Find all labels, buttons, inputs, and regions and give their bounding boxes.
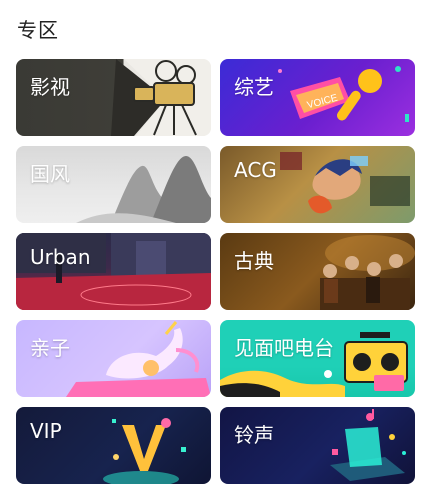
category-tile-variety[interactable]: VOICE 综艺 (220, 59, 415, 136)
category-tile-urban[interactable]: Urban (16, 233, 211, 310)
category-tile-guofeng[interactable]: 国风 (16, 146, 211, 223)
category-tile-classical[interactable]: 古典 (220, 233, 415, 310)
category-tile-family[interactable]: 亲子 (16, 320, 211, 397)
tile-label: 见面吧电台 (234, 336, 334, 360)
category-tile-ringtone[interactable]: 铃声 (220, 407, 415, 484)
category-tile-meet-radio[interactable]: 见面吧电台 (220, 320, 415, 397)
category-tile-acg[interactable]: ACG (220, 146, 415, 223)
tile-label: 综艺 (234, 75, 274, 99)
tile-label: 影视 (30, 75, 70, 99)
category-tile-film[interactable]: 影视 (16, 59, 211, 136)
category-grid: 影视 VOICE 综艺 国风 ACG Urban 古典 亲子 见面吧电台 VIP… (0, 0, 430, 499)
tile-label: 亲子 (30, 336, 70, 360)
tile-label: 国风 (30, 162, 70, 186)
tile-label: 古典 (234, 249, 274, 273)
tile-label: ACG (234, 158, 277, 182)
tile-label: 铃声 (234, 423, 274, 447)
tile-label: Urban (30, 245, 91, 269)
tile-label: VIP (30, 419, 62, 443)
category-tile-vip[interactable]: VIP (16, 407, 211, 484)
